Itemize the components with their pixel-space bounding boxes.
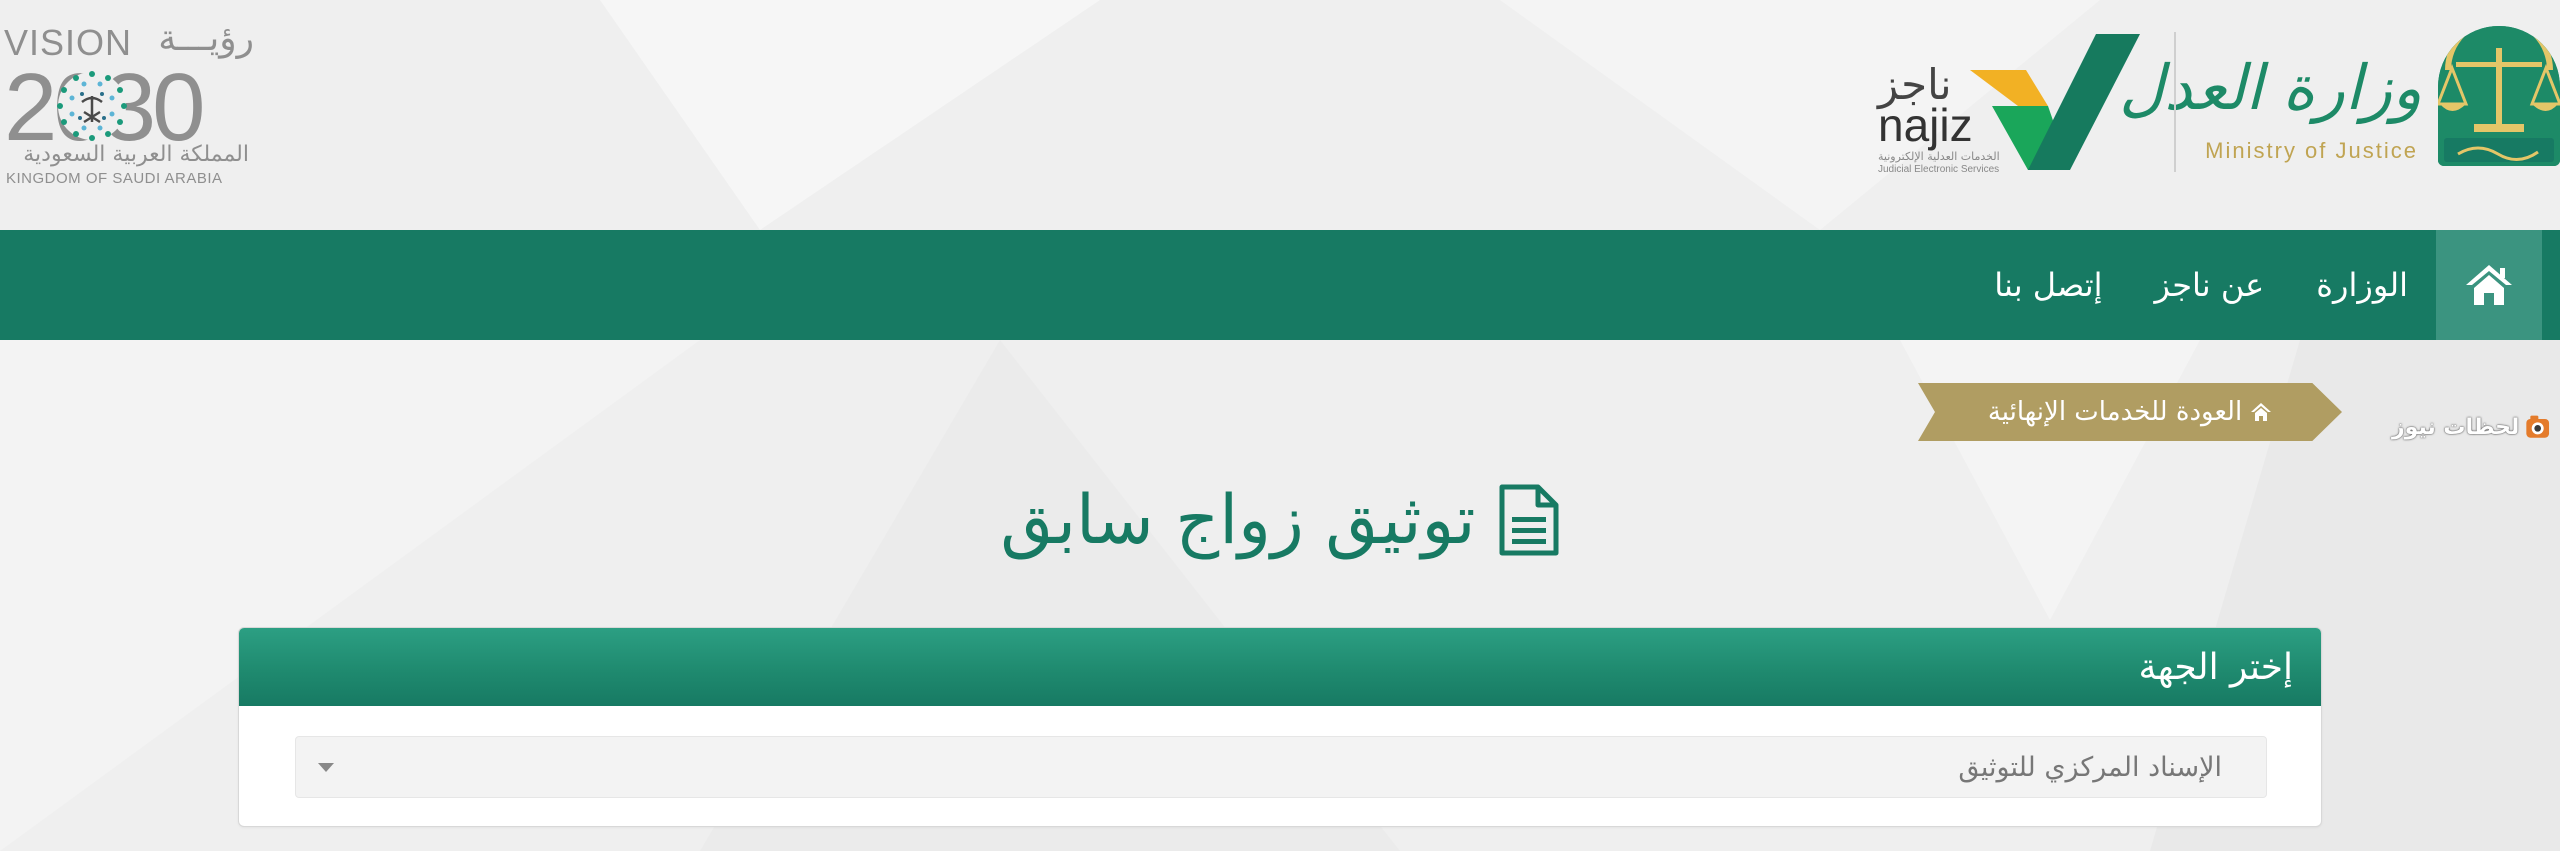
document-icon <box>1499 484 1559 556</box>
main-navbar: الوزارة عن ناجز إتصل بنا <box>0 230 2560 340</box>
nav-item-about-najiz[interactable]: عن ناجز <box>2155 266 2265 304</box>
page-title-text: توثيق زواج سابق <box>1000 480 1476 560</box>
entity-select-value: الإسناد المركزي للتوثيق <box>1958 751 2222 783</box>
camera-icon <box>2526 415 2550 438</box>
home-icon <box>2466 265 2512 305</box>
vision-title: VISION رؤيـــة <box>4 18 254 63</box>
news-badge-label: لحظات نيوز <box>2392 414 2520 440</box>
page-title: توثيق زواج سابق <box>0 470 2560 570</box>
site-header: وزارة العدل Ministry of Justice ناجز naj… <box>0 0 2560 230</box>
panel-header: إختر الجهة <box>239 628 2321 706</box>
back-to-services-button[interactable]: العودة للخدمات الإنهائية <box>1918 383 2342 441</box>
ministry-of-justice-logo[interactable]: وزارة العدل Ministry of Justice <box>2119 18 2560 173</box>
select-entity-panel: إختر الجهة الإسناد المركزي للتوثيق <box>238 627 2322 827</box>
panel-title: إختر الجهة <box>2138 646 2293 688</box>
vision-kingdom-arabic: المملكة العربية السعودية <box>23 142 249 167</box>
news-badge[interactable]: لحظات نيوز <box>2392 407 2552 447</box>
scales-of-justice-icon <box>2438 26 2560 166</box>
chevron-down-icon <box>318 762 334 772</box>
vision-kingdom-english: KINGDOM OF SAUDI ARABIA <box>6 170 223 187</box>
najiz-english-name: najiz <box>1878 99 1973 151</box>
vision-english-title: VISION <box>4 22 133 63</box>
najiz-logo[interactable]: ناجز najiz الخدمات العدلية الإلكترونية J… <box>1878 34 2140 175</box>
nav-item-contact-us[interactable]: إتصل بنا <box>1994 266 2102 304</box>
vision-2030-logo[interactable]: VISION رؤيـــة 2030 <box>4 18 254 188</box>
najiz-arabic-subtitle: الخدمات العدلية الإلكترونية <box>1878 150 2000 163</box>
header-divider <box>2174 32 2176 172</box>
najiz-english-subtitle: Judicial Electronic Services <box>1878 164 2000 175</box>
vision-arabic-title: رؤيـــة <box>158 18 254 59</box>
moj-english-name: Ministry of Justice <box>2205 138 2418 163</box>
moj-arabic-name: وزارة العدل <box>2119 51 2422 124</box>
entity-select[interactable]: الإسناد المركزي للتوثيق <box>295 736 2267 798</box>
nav-item-ministry[interactable]: الوزارة <box>2316 266 2408 304</box>
nav-home-button[interactable] <box>2436 230 2542 340</box>
back-to-services-label: العودة للخدمات الإنهائية <box>1987 397 2243 427</box>
home-icon <box>2251 403 2272 421</box>
